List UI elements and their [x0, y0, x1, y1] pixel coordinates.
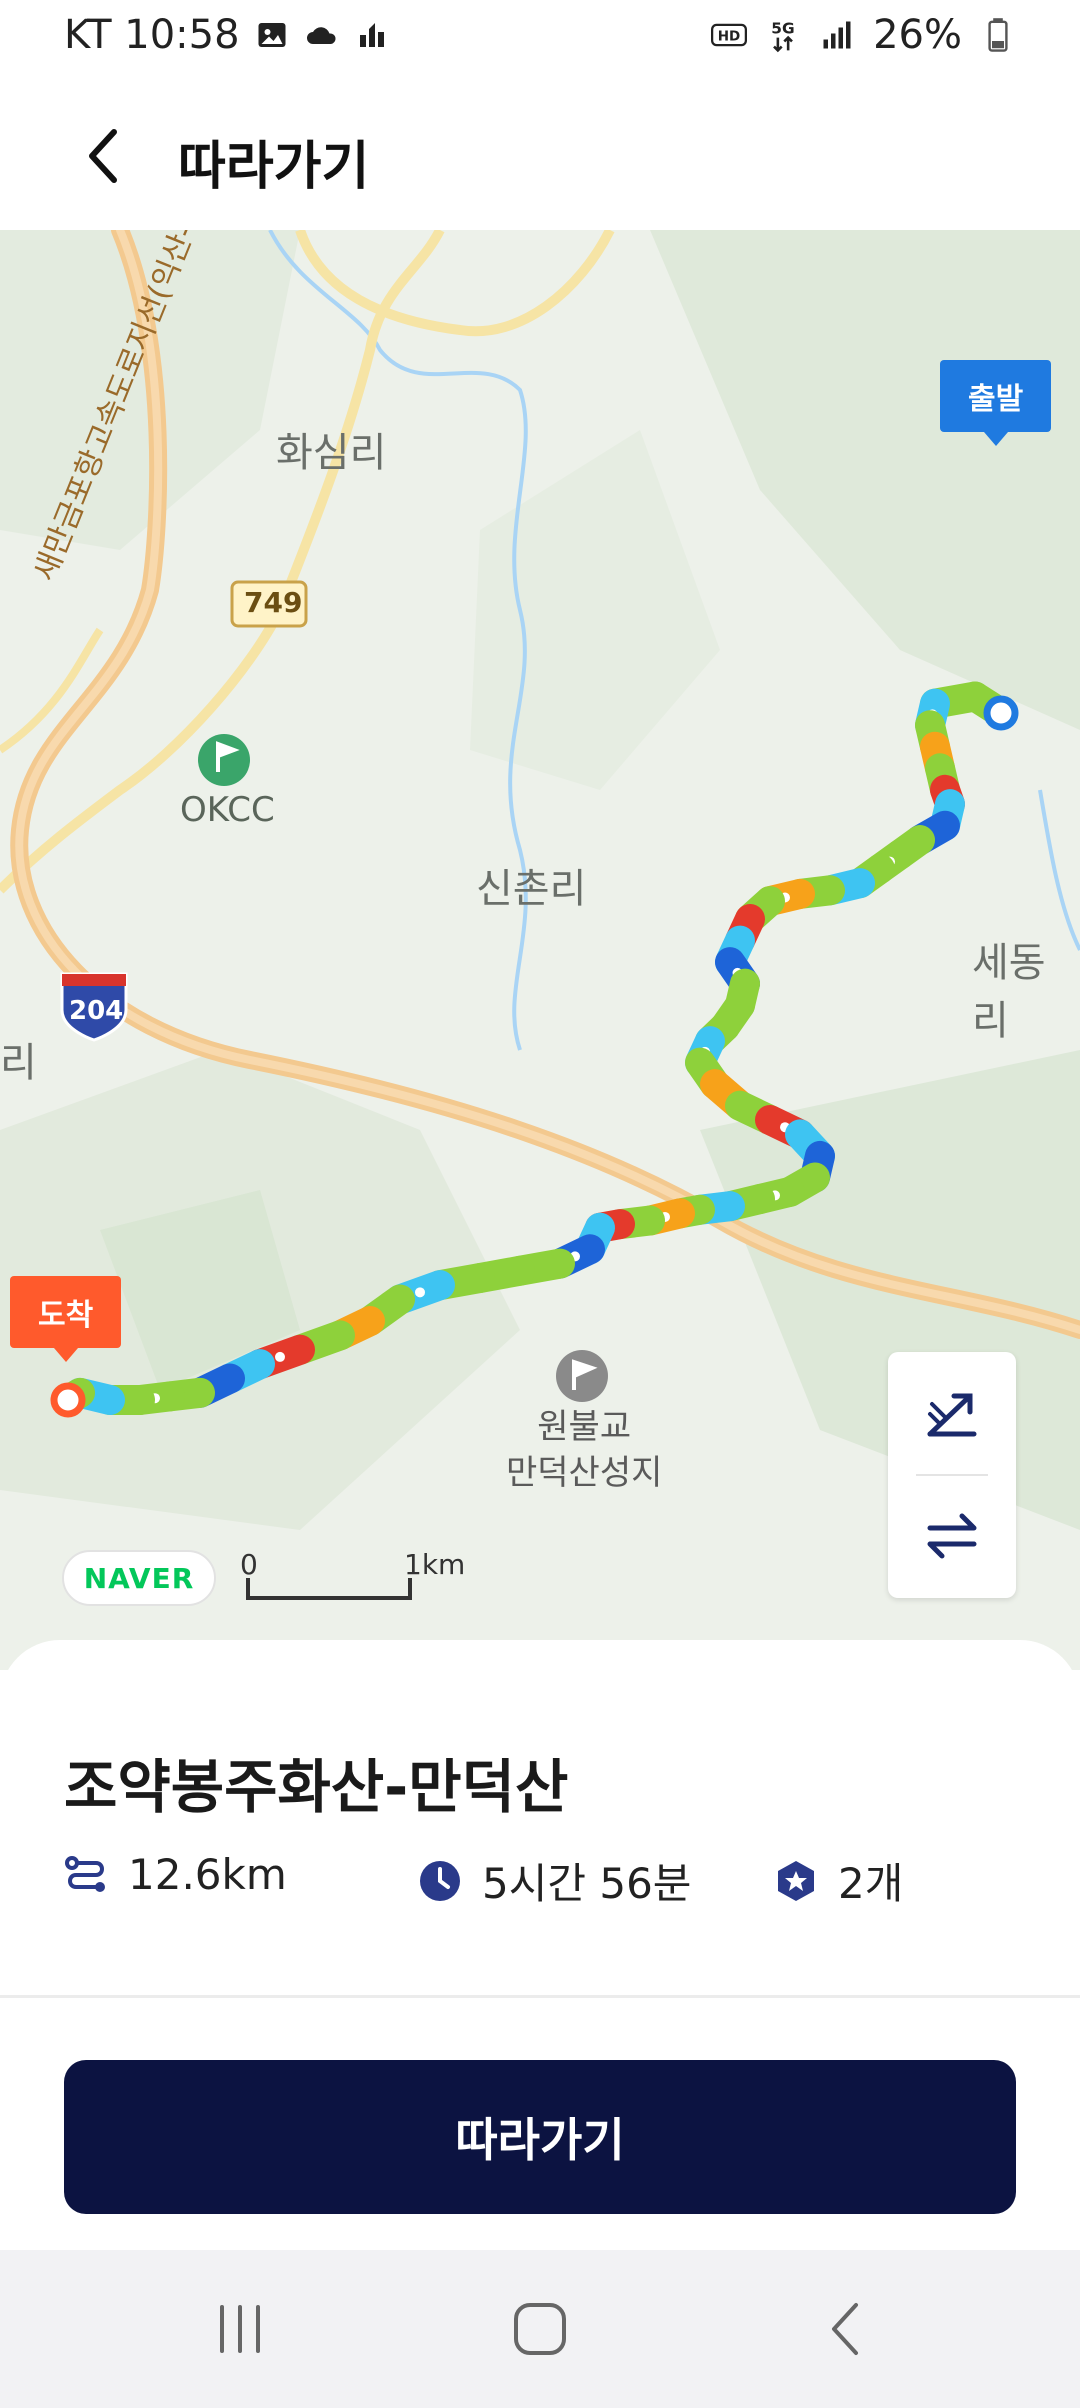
route-map[interactable]: 749 204 새만금포항고속도로지선(익산-장수) 화심리 신촌리 세동리 리… — [0, 230, 1080, 1670]
scale-zero-label: 0 — [240, 1548, 258, 1581]
route-direction-arrow — [275, 1351, 285, 1362]
system-nav-bar — [0, 2250, 1080, 2408]
svg-text:HD: HD — [718, 29, 741, 45]
back-nav-button[interactable] — [746, 2250, 946, 2408]
poi-label-okcc: OKCC — [180, 790, 275, 830]
badges-stat: 2개 — [774, 1850, 903, 1911]
end-marker[interactable]: 도착 — [10, 1276, 122, 1362]
hd-icon: HD — [711, 23, 748, 47]
badges-value: 2개 — [838, 1859, 904, 1908]
elevation-toggle-button[interactable] — [888, 1352, 1016, 1472]
cloud-icon — [306, 27, 336, 44]
golf-icon — [198, 734, 250, 786]
map-controls — [888, 1352, 1016, 1598]
image-icon — [258, 23, 286, 47]
recent-apps-button[interactable] — [140, 2250, 340, 2408]
place-label-hwasimri: 화심리 — [276, 430, 387, 476]
status-left: KT 10:58 — [64, 12, 390, 58]
course-title: 조약봉주화산-만덕산 — [64, 1753, 569, 1821]
distance-value: 12.6km — [128, 1850, 287, 1899]
course-stats: 12.6km 5시간 56분 2개 — [64, 1850, 1044, 1910]
start-marker[interactable]: 출발 — [940, 360, 1052, 446]
end-pin-icon — [50, 1382, 86, 1418]
slope-icon — [927, 1393, 977, 1437]
duration-value: 5시간 56분 — [482, 1859, 692, 1908]
app-header: 따라가기 — [0, 80, 1080, 230]
recent-apps-icon — [220, 2305, 260, 2353]
battery-percent: 26% — [873, 12, 962, 58]
duration-stat: 5시간 56분 — [418, 1850, 691, 1911]
place-label-left-edge: 리 — [0, 1040, 37, 1086]
flag-icon — [556, 1350, 608, 1402]
place-label-sinchonri: 신촌리 — [476, 866, 587, 912]
route-distance-icon — [65, 1855, 105, 1892]
status-right: HD 5G 26% — [711, 12, 1016, 58]
back-nav-icon — [832, 2303, 858, 2355]
clock-icon — [420, 1860, 460, 1901]
back-button[interactable] — [62, 116, 142, 196]
page-title: 따라가기 — [178, 137, 370, 197]
distance-stat: 12.6km — [64, 1850, 287, 1899]
sheet-divider — [0, 1995, 1080, 1998]
home-icon — [514, 2303, 566, 2355]
5g-icon: 5G — [771, 20, 795, 53]
route-direction-arrow — [415, 1287, 425, 1298]
map-scale: 0 1km — [240, 1548, 465, 1608]
badge-star-icon — [778, 1860, 814, 1901]
home-button[interactable] — [440, 2250, 640, 2408]
swap-arrows-icon — [927, 1513, 977, 1559]
road-749-label: 749 — [244, 586, 303, 619]
signal-bars-icon — [823, 21, 851, 49]
status-bar: KT 10:58 HD 5G 26% — [0, 0, 1080, 80]
signal-indicator-icon — [359, 23, 384, 47]
carrier-time: KT 10:58 — [64, 12, 240, 58]
scale-distance-label: 1km — [404, 1548, 466, 1581]
course-info-sheet: 조약봉주화산-만덕산 12.6km 5시간 56분 2개 따라가기 — [0, 1640, 1080, 2250]
place-label-sedongri: 세동리 — [972, 940, 1046, 1044]
swap-direction-button[interactable] — [888, 1476, 1016, 1596]
follow-button[interactable]: 따라가기 — [64, 2060, 1016, 2214]
poi-label-temple: 원불교 만덕산성지 — [506, 1407, 663, 1493]
svg-text:5G: 5G — [771, 20, 794, 38]
naver-logo: NAVER — [62, 1550, 216, 1606]
highway-204-label: 204 — [69, 996, 124, 1026]
scale-line — [246, 1596, 412, 1600]
start-pin-icon — [983, 695, 1019, 731]
battery-icon — [988, 18, 1008, 52]
chevron-left-icon — [89, 129, 117, 183]
